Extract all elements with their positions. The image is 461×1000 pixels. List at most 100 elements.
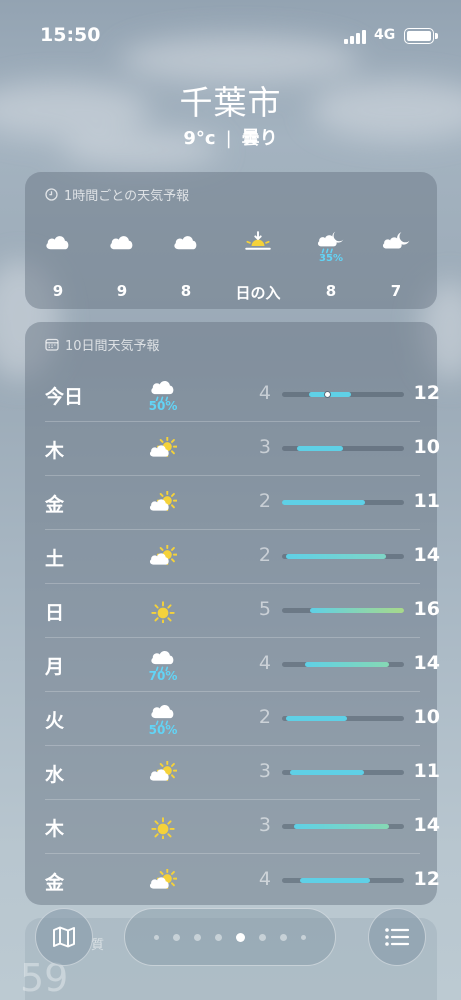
high-temp: 14 xyxy=(413,814,440,836)
hourly-icon-wrap xyxy=(153,230,219,264)
low-temp: 3 xyxy=(258,814,271,836)
temp-range-track xyxy=(282,608,404,613)
row-divider xyxy=(45,583,420,584)
hourly-item: 日の入 xyxy=(225,230,291,302)
hourly-card-title: 1時間ごとの天気予報 xyxy=(64,189,190,204)
rain-icon xyxy=(151,380,174,402)
cloud-icon xyxy=(46,236,69,250)
sunset-icon xyxy=(245,231,271,250)
daily-row[interactable]: 金 4 12 xyxy=(45,853,440,907)
temp-range-bar xyxy=(285,716,347,721)
day-label: 火 xyxy=(45,710,65,732)
hourly-icon-wrap xyxy=(363,230,429,264)
day-weather-icon-wrap xyxy=(141,481,185,525)
ten-day-forecast-card[interactable]: 10日間天気予報 今日 50% 4 12 木 3 10 金 2 11 土 2 1… xyxy=(25,322,440,907)
high-temp: 16 xyxy=(413,598,440,620)
partly-sunny-icon xyxy=(149,868,177,889)
daily-row[interactable]: 木 3 10 xyxy=(45,421,440,475)
hourly-item: 35% 8 xyxy=(298,230,364,300)
temp-range-bar xyxy=(282,500,366,505)
temp-range-track xyxy=(282,878,404,883)
daily-row[interactable]: 火 50% 2 10 xyxy=(45,691,440,745)
day-precip: 50% xyxy=(148,723,178,738)
day-label: 木 xyxy=(45,440,65,462)
page-dot[interactable] xyxy=(173,933,180,941)
hourly-item: 8 xyxy=(153,230,219,300)
status-bar: 15:50 4G xyxy=(0,0,461,72)
temp-range-bar xyxy=(304,662,389,667)
high-temp: 14 xyxy=(413,544,440,566)
current-temperature: 9°c xyxy=(183,128,216,149)
daily-card-header: 10日間天気予報 xyxy=(45,335,160,354)
map-button[interactable] xyxy=(35,908,93,966)
page-dot[interactable] xyxy=(236,932,245,942)
temp-range-bar xyxy=(285,554,387,559)
day-weather-icon-wrap xyxy=(141,805,185,849)
hourly-forecast-card[interactable]: 1時間ごとの天気予報 9 9 8 日の入 35% 8 7 xyxy=(25,172,437,309)
low-temp: 3 xyxy=(258,760,271,782)
page-dot[interactable] xyxy=(215,933,222,941)
row-divider xyxy=(45,691,420,692)
day-weather-icon-wrap: 50% xyxy=(141,697,185,741)
hourly-label: 日の入 xyxy=(235,284,281,302)
day-weather-icon-wrap xyxy=(141,427,185,471)
page-dot[interactable] xyxy=(259,933,266,941)
day-weather-icon-wrap: 70% xyxy=(141,643,185,687)
daily-row[interactable]: 土 2 14 xyxy=(45,529,440,583)
temp-range-track xyxy=(282,770,404,775)
page-dot[interactable] xyxy=(194,933,201,941)
clock-icon xyxy=(45,188,58,201)
status-time: 15:50 xyxy=(40,24,101,46)
current-condition: 曇り xyxy=(241,128,278,149)
hourly-label: 8 xyxy=(180,282,192,300)
row-divider xyxy=(45,637,420,638)
daily-row[interactable]: 水 3 11 xyxy=(45,745,440,799)
low-temp: 2 xyxy=(258,706,271,728)
conditions-separator: | xyxy=(225,128,232,149)
current-conditions: 9°c | 曇り xyxy=(0,124,461,150)
day-label: 日 xyxy=(45,602,65,624)
daily-row[interactable]: 金 2 11 xyxy=(45,475,440,529)
temp-range-track xyxy=(282,554,404,559)
day-precip: 70% xyxy=(148,669,178,684)
page-dot[interactable] xyxy=(154,934,159,940)
high-temp: 12 xyxy=(413,382,440,404)
moon-rain-icon xyxy=(317,231,344,254)
page-dot[interactable] xyxy=(280,933,287,941)
hourly-label: 8 xyxy=(325,282,337,300)
daily-row[interactable]: 木 3 14 xyxy=(45,799,440,853)
day-label: 金 xyxy=(45,494,65,516)
low-temp: 5 xyxy=(258,598,271,620)
low-temp: 3 xyxy=(258,436,271,458)
location-list-button[interactable] xyxy=(368,908,426,966)
map-icon xyxy=(53,926,75,948)
sun-icon xyxy=(151,600,175,624)
temp-range-track xyxy=(282,391,404,398)
day-weather-icon-wrap xyxy=(141,751,185,795)
hourly-label: 9 xyxy=(52,282,64,300)
daily-row[interactable]: 今日 50% 4 12 xyxy=(45,367,440,421)
row-divider xyxy=(45,853,420,854)
moon-cloud-icon xyxy=(382,232,410,249)
daily-row[interactable]: 日 5 16 xyxy=(45,583,440,637)
daily-row[interactable]: 月 70% 4 14 xyxy=(45,637,440,691)
day-weather-icon-wrap xyxy=(141,535,185,579)
day-label: 金 xyxy=(45,872,65,894)
day-label: 今日 xyxy=(45,386,84,408)
page-indicator[interactable] xyxy=(124,908,336,966)
day-label: 木 xyxy=(45,818,65,840)
high-temp: 10 xyxy=(413,706,440,728)
partly-sunny-icon xyxy=(149,436,177,457)
temp-range-bar xyxy=(294,824,389,829)
page-dot[interactable] xyxy=(301,934,306,940)
day-weather-icon-wrap xyxy=(141,589,185,633)
row-divider xyxy=(45,421,420,422)
temp-range-track xyxy=(282,662,404,667)
hourly-label: 7 xyxy=(390,282,402,300)
temp-range-bar xyxy=(310,608,404,613)
battery-icon xyxy=(404,28,438,44)
cloud-icon xyxy=(110,236,133,250)
day-label: 水 xyxy=(45,764,65,786)
temp-range-track xyxy=(282,500,404,505)
day-label: 月 xyxy=(45,656,65,678)
